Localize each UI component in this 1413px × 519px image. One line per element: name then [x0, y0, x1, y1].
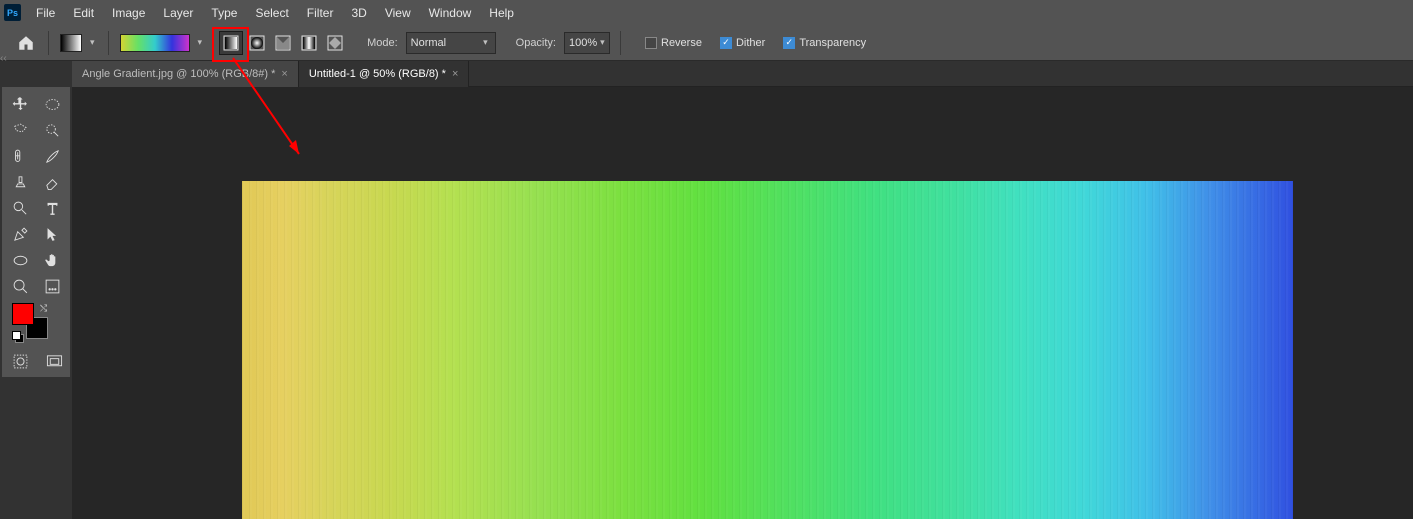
clone-stamp-tool[interactable]	[4, 169, 36, 195]
menu-type[interactable]: Type	[202, 3, 246, 23]
menu-edit[interactable]: Edit	[64, 3, 103, 23]
edit-toolbar-button[interactable]	[36, 273, 68, 299]
app-logo: Ps	[4, 4, 21, 21]
tab-label: Untitled-1 @ 50% (RGB/8) *	[309, 68, 446, 80]
screen-mode-button[interactable]	[44, 351, 64, 371]
ellipse-tool[interactable]	[4, 247, 36, 273]
dither-checkbox[interactable]: Dither	[720, 37, 765, 49]
checkbox-icon	[720, 37, 732, 49]
options-bar: ▾ ▾ Mode: Normal ▾ Opacity: 100% ▾	[0, 25, 1413, 61]
document-canvas[interactable]	[242, 181, 1293, 519]
divider	[48, 31, 49, 55]
dither-label: Dither	[736, 37, 765, 49]
move-tool[interactable]	[4, 91, 36, 117]
menu-3d[interactable]: 3D	[342, 3, 375, 23]
marquee-tool[interactable]	[36, 91, 68, 117]
opacity-label: Opacity:	[516, 37, 556, 49]
type-tool[interactable]	[36, 195, 68, 221]
tools-panel: ⤭	[2, 87, 70, 377]
chevron-down-icon[interactable]: ▾	[195, 37, 206, 48]
gradient-reflected-button[interactable]	[297, 31, 321, 55]
close-icon[interactable]: ×	[281, 68, 287, 80]
transparency-checkbox[interactable]: Transparency	[783, 37, 866, 49]
quick-mask-button[interactable]	[10, 351, 30, 371]
color-swatches: ⤭	[12, 303, 68, 343]
default-colors-icon[interactable]	[12, 331, 22, 341]
menu-select[interactable]: Select	[246, 3, 297, 23]
chevron-down-icon: ▾	[597, 37, 608, 48]
menu-bar: Ps File Edit Image Layer Type Select Fil…	[0, 0, 1413, 25]
path-select-tool[interactable]	[36, 221, 68, 247]
brush-tool[interactable]	[36, 143, 68, 169]
menu-window[interactable]: Window	[420, 3, 481, 23]
close-icon[interactable]: ×	[452, 68, 458, 80]
document-tab[interactable]: Angle Gradient.jpg @ 100% (RGB/8#) * ×	[72, 61, 299, 87]
document-tab[interactable]: Untitled-1 @ 50% (RGB/8) * ×	[299, 61, 470, 87]
gradient-picker[interactable]	[119, 31, 191, 55]
menu-file[interactable]: File	[27, 3, 64, 23]
menu-view[interactable]: View	[376, 3, 420, 23]
chevron-down-icon[interactable]: ▾	[87, 37, 98, 48]
mode-label: Mode:	[367, 37, 398, 49]
quick-select-tool[interactable]	[36, 117, 68, 143]
menu-filter[interactable]: Filter	[298, 3, 343, 23]
tab-label: Angle Gradient.jpg @ 100% (RGB/8#) *	[82, 68, 275, 80]
gradient-radial-button[interactable]	[245, 31, 269, 55]
hand-tool[interactable]	[36, 247, 68, 273]
reverse-checkbox[interactable]: Reverse	[645, 37, 702, 49]
zoom-tool[interactable]	[4, 273, 36, 299]
dodge-tool[interactable]	[4, 195, 36, 221]
pen-tool[interactable]	[4, 221, 36, 247]
gradient-type-group	[219, 31, 347, 55]
checkbox-icon	[783, 37, 795, 49]
menu-image[interactable]: Image	[103, 3, 154, 23]
transparency-label: Transparency	[799, 37, 866, 49]
swap-colors-icon[interactable]: ⤭	[40, 303, 47, 314]
home-button[interactable]	[14, 31, 38, 55]
menu-help[interactable]: Help	[480, 3, 523, 23]
blend-mode-select[interactable]: Normal ▾	[406, 32, 496, 54]
checkbox-icon	[645, 37, 657, 49]
canvas-area[interactable]	[72, 87, 1413, 519]
menu-layer[interactable]: Layer	[154, 3, 202, 23]
reverse-label: Reverse	[661, 37, 702, 49]
blend-mode-value: Normal	[411, 37, 446, 49]
lasso-tool[interactable]	[4, 117, 36, 143]
gradient-angle-button[interactable]	[271, 31, 295, 55]
document-tabs: Angle Gradient.jpg @ 100% (RGB/8#) * × U…	[72, 61, 1413, 87]
gradient-linear-button[interactable]	[219, 31, 243, 55]
gradient-diamond-button[interactable]	[323, 31, 347, 55]
divider	[108, 31, 109, 55]
chevron-down-icon: ▾	[480, 37, 491, 48]
foreground-color-swatch[interactable]	[12, 303, 34, 325]
divider	[620, 31, 621, 55]
gradient-tool-swatch[interactable]	[59, 31, 83, 55]
eraser-tool[interactable]	[36, 169, 68, 195]
healing-brush-tool[interactable]	[4, 143, 36, 169]
collapse-chevron-icon[interactable]: ‹‹	[0, 53, 7, 64]
opacity-input[interactable]: 100% ▾	[564, 32, 610, 54]
opacity-value: 100%	[569, 37, 597, 49]
